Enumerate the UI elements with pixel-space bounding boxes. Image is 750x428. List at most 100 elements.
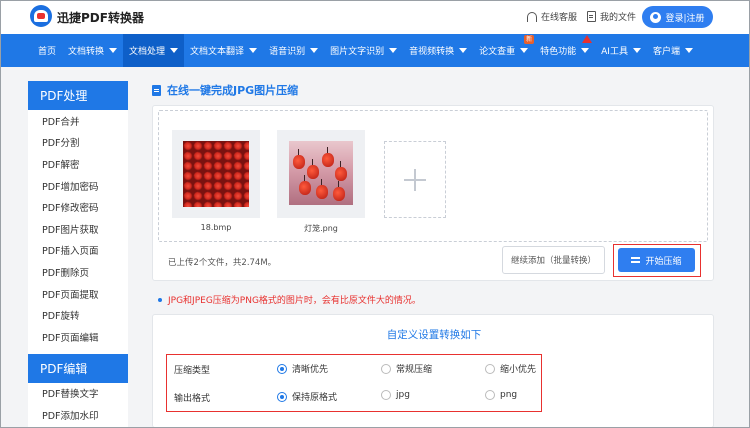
file-thumbnail[interactable] (172, 130, 260, 218)
radio-jpg[interactable]: jpg (381, 390, 410, 400)
options-highlight: 压缩类型 清晰优先 常规压缩 缩小优先 输出格式 保持原格式 jpg png (166, 354, 542, 412)
red-arrow-marker-icon (582, 35, 592, 43)
radio-keep-format[interactable]: 保持原格式 (277, 390, 337, 403)
nav-label: 特色功能 (540, 47, 577, 57)
nav-label: 论文查重 (479, 47, 516, 57)
notice: JPG和JPEG压缩为PNG格式的图片时，会有比原文件大的情况。 (158, 293, 421, 306)
file-thumbnail[interactable] (277, 130, 365, 218)
option-label: 输出格式 (174, 394, 211, 404)
nav-label: 客户端 (652, 47, 680, 57)
caret-down-icon (684, 48, 693, 53)
caret-down-icon (249, 48, 258, 53)
nav-label: 图片文字识别 (330, 47, 385, 57)
sidebar-item-pdf-add-password[interactable]: PDF增加密码 (28, 175, 128, 197)
radio-size-first[interactable]: 缩小优先 (485, 362, 536, 375)
document-icon (587, 11, 596, 22)
radio-unchecked-icon (485, 363, 495, 374)
nav-label: 首页 (38, 47, 57, 57)
login-button[interactable]: 登录|注册 (642, 6, 713, 28)
nav-client[interactable]: 客户端 (647, 34, 699, 67)
sidebar-item-pdf-delete-page[interactable]: PDF删除页 (28, 261, 128, 283)
sidebar-item-pdf-rotate[interactable]: PDF旋转 (28, 304, 128, 326)
nav-ai-tools[interactable]: AI工具 (595, 34, 647, 67)
file-drop-zone[interactable]: 18.bmp 灯笼.png (158, 110, 708, 242)
sidebar-section-pdf-process[interactable]: PDF处理 (28, 81, 128, 110)
caret-down-icon (459, 48, 468, 53)
radio-unchecked-icon (485, 390, 495, 400)
file-name: 18.bmp (200, 223, 232, 232)
user-icon (650, 11, 662, 23)
nav-label: 音视频转换 (409, 47, 455, 57)
nav-label: AI工具 (601, 47, 628, 57)
sidebar-section-pdf-edit[interactable]: PDF编辑 (28, 353, 128, 383)
top-bar: 迅捷PDF转换器 在线客服 我的文件 登录|注册 (0, 0, 750, 34)
sidebar-item-pdf-edit-page[interactable]: PDF页面编辑 (28, 326, 128, 348)
option-label: 压缩类型 (174, 366, 211, 376)
output-format-row: 输出格式 保持原格式 jpg png (167, 383, 543, 409)
radio-unchecked-icon (381, 363, 391, 374)
sidebar-item-pdf-add-watermark[interactable]: PDF添加水印 (28, 404, 128, 426)
support-label: 在线客服 (541, 13, 578, 23)
compression-type-row: 压缩类型 清晰优先 常规压缩 缩小优先 (167, 355, 543, 381)
start-compress-button[interactable]: 开始压缩 (618, 248, 695, 272)
brand-name[interactable]: 迅捷PDF转换器 (57, 9, 144, 26)
radio-label: png (500, 390, 518, 400)
sidebar-item-pdf-extract-page[interactable]: PDF页面提取 (28, 283, 128, 305)
my-files-label: 我的文件 (600, 13, 637, 23)
sidebar-item-pdf-extract-images[interactable]: PDF图片获取 (28, 218, 128, 240)
login-label: 登录|注册 (665, 13, 705, 24)
lanterns-image (289, 141, 353, 205)
radio-normal-compress[interactable]: 常规压缩 (381, 362, 432, 375)
document-icon (152, 84, 161, 96)
nav-label: 文档转换 (68, 47, 105, 57)
upload-panel: 18.bmp 灯笼.png 已上传2个文件，共2.74M。 继续添加（批量转换）… (152, 105, 714, 281)
caret-down-icon (520, 48, 529, 53)
caret-down-icon (310, 48, 319, 53)
radio-label: 清晰优先 (292, 365, 329, 375)
sidebar-item-pdf-decrypt[interactable]: PDF解密 (28, 153, 128, 175)
sidebar-item-pdf-merge[interactable]: PDF合并 (28, 110, 128, 132)
brand-logo-icon[interactable] (30, 5, 52, 27)
nav-label: 语音识别 (269, 47, 306, 57)
new-badge: 新 (524, 35, 535, 44)
page-title-row: 在线一键完成JPG图片压缩 (152, 82, 298, 98)
caret-down-icon (109, 48, 118, 53)
nav-translate[interactable]: 文档文本翻译 (184, 34, 263, 67)
nav-ocr[interactable]: 图片文字识别 (324, 34, 403, 67)
start-compress-label: 开始压缩 (645, 256, 682, 267)
tomatoes-image (183, 141, 249, 207)
nav-home[interactable]: 首页 (32, 34, 62, 67)
plus-icon (404, 168, 426, 191)
radio-unchecked-icon (381, 390, 391, 400)
support-link[interactable]: 在线客服 (527, 10, 577, 23)
main-nav: 首页 文档转换 文档处理 文档文本翻译 语音识别 图片文字识别 音视频转换 论文… (0, 34, 750, 67)
caret-down-icon (632, 48, 641, 53)
sidebar-item-pdf-split[interactable]: PDF分割 (28, 132, 128, 154)
headset-icon (527, 11, 537, 22)
nav-label: 文档文本翻译 (190, 47, 245, 57)
settings-title: 自定义设置转换如下 (386, 329, 482, 341)
sidebar-item-pdf-insert-page[interactable]: PDF插入页面 (28, 240, 128, 262)
my-files-link[interactable]: 我的文件 (587, 10, 636, 23)
nav-label: 文档处理 (129, 47, 166, 57)
radio-png[interactable]: png (485, 390, 517, 400)
sidebar-item-pdf-replace-text[interactable]: PDF替换文字 (28, 383, 128, 405)
start-button-highlight: 开始压缩 (613, 244, 701, 277)
add-file-button[interactable] (384, 141, 446, 218)
radio-label: 缩小优先 (500, 365, 537, 375)
nav-plagiarism[interactable]: 论文查重新 (473, 34, 535, 67)
notice-text: JPG和JPEG压缩为PNG格式的图片时，会有比原文件大的情况。 (168, 296, 421, 306)
nav-av-convert[interactable]: 音视频转换 (403, 34, 473, 67)
radio-label: 常规压缩 (396, 365, 433, 375)
radio-label: jpg (396, 390, 410, 400)
radio-clarity-first[interactable]: 清晰优先 (277, 362, 328, 375)
bullet-icon (158, 297, 162, 302)
caret-down-icon (581, 48, 590, 53)
sidebar-item-pdf-change-password[interactable]: PDF修改密码 (28, 196, 128, 218)
continue-add-button[interactable]: 继续添加（批量转换） (502, 246, 605, 274)
nav-speech[interactable]: 语音识别 (263, 34, 324, 67)
file-name: 灯笼.png (304, 224, 338, 233)
caret-down-icon (170, 48, 179, 53)
nav-doc-convert[interactable]: 文档转换 (62, 34, 123, 67)
nav-doc-process[interactable]: 文档处理 (123, 34, 185, 67)
